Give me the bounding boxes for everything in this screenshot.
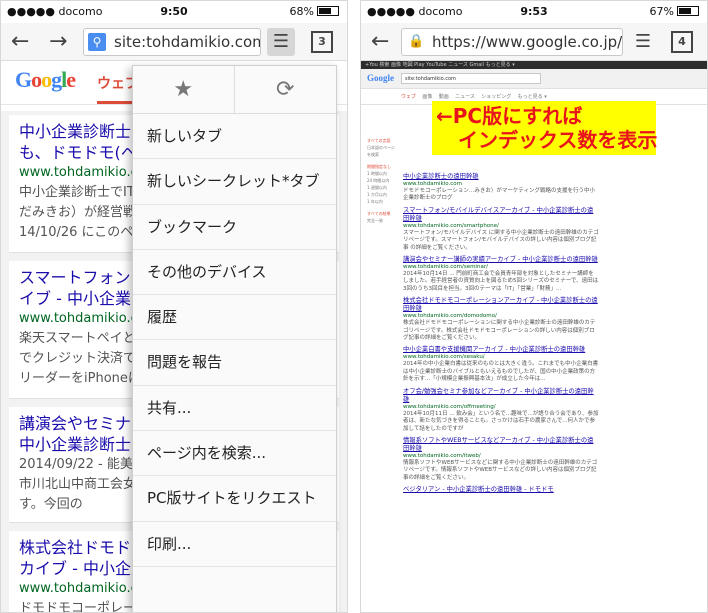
menu-item-request-desktop-site[interactable]: PC版サイトをリクエスト bbox=[133, 476, 336, 522]
result-url: www.tohdamikio.com/offmeeting/ bbox=[403, 403, 496, 410]
result-item[interactable]: 情報系ソフトやWEBサービスなどアーカイブ - 中小企業診断士の遠田幹雄 www.… bbox=[403, 437, 599, 482]
menu-item-history[interactable]: 履歴 bbox=[133, 295, 336, 341]
result-url: www.tohdamikio.com/seminar/ bbox=[403, 264, 488, 271]
result-snippet: 2014年10月11日 ... 飲み会」という名で...趣味で...が語り合う会… bbox=[403, 410, 599, 432]
menu-item-new-tab[interactable]: 新しいタブ bbox=[133, 114, 336, 160]
result-title[interactable]: 情報系ソフトやWEBサービスなどアーカイブ - 中小企業診断士の遠田幹雄 bbox=[403, 437, 599, 453]
search-icon: ⚲ bbox=[88, 33, 106, 51]
menu-item-incognito-tab[interactable]: 新しいシークレット*タブ bbox=[133, 159, 336, 205]
result-item[interactable]: 中小企業白書や支援機関アーカイブ - 中小企業診断士の遠田幹雄 www.tohda… bbox=[403, 346, 599, 383]
result-title[interactable]: 株式会社ドモドモコーポレーションアーカイブ - 中小企業診断士の遠田幹雄 bbox=[403, 297, 599, 313]
result-item[interactable]: 講演会やセミナー講師の実績アーカイブ - 中小企業診断士の遠田幹雄 www.toh… bbox=[403, 256, 599, 293]
result-item[interactable]: 株式会社ドモドモコーポレーションアーカイブ - 中小企業診断士の遠田幹雄 www.… bbox=[403, 297, 599, 342]
menu-item-other-devices[interactable]: その他のデバイス bbox=[133, 250, 336, 296]
forward-arrow-icon[interactable]: → bbox=[49, 31, 67, 53]
sidebar-item[interactable]: すべての言語 bbox=[367, 137, 397, 144]
result-url: www.tohdamikio.com/smartphone/ bbox=[403, 222, 499, 229]
sidebar-item[interactable]: 1 時間以内 bbox=[367, 170, 397, 177]
search-tools-sidebar: すべての言語 日本語のページを検索 期間指定なし 1 時間以内 24 時間以内 … bbox=[367, 137, 397, 224]
battery-icon bbox=[677, 6, 699, 16]
tab-shopping[interactable]: ショッピング bbox=[481, 94, 511, 100]
sidebar-item[interactable]: 1 か月以内 bbox=[367, 191, 397, 198]
tab-more[interactable]: もっと見る ▾ bbox=[518, 94, 547, 100]
sidebar-item[interactable]: 24 時間以内 bbox=[367, 177, 397, 184]
menu-icon[interactable]: ☰ bbox=[629, 28, 657, 56]
menu-item-share[interactable]: 共有... bbox=[133, 386, 336, 432]
result-title[interactable]: 講演会やセミナー講師の実績アーカイブ - 中小企業診断士の遠田幹雄 bbox=[403, 256, 599, 264]
sidebar-item[interactable]: 1 年以内 bbox=[367, 198, 397, 205]
result-title[interactable]: オフ会/勉強会セミナ参加などアーカイブ - 中小企業診断士の遠田幹雄 bbox=[403, 388, 599, 404]
google-desktop-header: Google site:tohdamikio.com bbox=[361, 69, 707, 89]
result-title[interactable]: スマートフォン/モバイルデバイスアーカイブ - 中小企業診断士の遠田幹雄 bbox=[403, 207, 599, 223]
menu-icon[interactable]: ☰ bbox=[267, 28, 295, 56]
google-logo[interactable]: Google bbox=[15, 67, 76, 93]
desktop-results-list: 中小企業診断士の遠田幹雄 www.tohdamikio.com ドモドモコーポレーシ… bbox=[403, 173, 599, 494]
star-icon[interactable]: ★ bbox=[133, 66, 235, 114]
google-logo[interactable]: Google bbox=[367, 73, 394, 83]
result-item[interactable]: スマートフォン/モバイルデバイスアーカイブ - 中小企業診断士の遠田幹雄 www.… bbox=[403, 207, 599, 252]
result-title[interactable]: 中小企業診断士の遠田幹雄 bbox=[403, 173, 599, 181]
browser-toolbar: ← → ⚲ site:tohdamikio.com ☰ 3 bbox=[1, 23, 347, 61]
sidebar-item[interactable]: 日本語のページを検索 bbox=[367, 144, 397, 158]
result-snippet: 株式会社ドモドモコーポレーションに関する中小企業診断士の遠田幹雄のカテゴリページ… bbox=[403, 320, 596, 342]
back-arrow-icon[interactable]: ← bbox=[11, 31, 29, 53]
battery-indicator: 67% bbox=[650, 5, 699, 18]
left-phone-screen: ●●●●● docomo 9:50 68% ← → ⚲ site:tohdami… bbox=[0, 0, 348, 613]
result-snippet: ドモドモコーポレーション…みきお）がマーケティング戦略の支援を行う中小企業診断士… bbox=[403, 188, 595, 202]
annotation-line-1: ←PC版にすれば bbox=[436, 104, 583, 128]
result-snippet: 2014年の中小企業白書は従来のものとは大きく違う。これまでも中小企業白書は中小… bbox=[403, 361, 599, 383]
tab-images[interactable]: 画像 bbox=[422, 94, 432, 100]
result-item[interactable]: ベジタリアン - 中小企業診断士の遠田幹雄 - ドモドモ bbox=[403, 486, 599, 494]
battery-indicator: 68% bbox=[290, 5, 339, 18]
annotation-line-2: インデックス数を表示 bbox=[458, 128, 658, 152]
browser-toolbar: ← 🔒 https://www.google.co.jp/se ☰ 4 bbox=[361, 23, 707, 61]
omnibox-text: site:tohdamikio.com bbox=[114, 33, 261, 51]
sidebar-item[interactable]: 期間指定なし bbox=[367, 163, 397, 170]
google-top-bar[interactable]: +You 検索 画像 地図 Play YouTube ニュース Gmail もっ… bbox=[361, 61, 707, 69]
sidebar-item[interactable]: 完全一致 bbox=[367, 217, 397, 224]
menu-item-find-in-page[interactable]: ページ内を検索... bbox=[133, 431, 336, 477]
result-url: www.tohdamikio.com bbox=[403, 181, 462, 187]
back-arrow-icon[interactable]: ← bbox=[371, 31, 389, 53]
menu-icon-row: ★ ⟳ bbox=[133, 66, 336, 114]
menu-item-bookmarks[interactable]: ブックマーク bbox=[133, 205, 336, 250]
omnibox[interactable]: ⚲ site:tohdamikio.com bbox=[83, 28, 261, 56]
lock-icon: 🔒 bbox=[408, 34, 425, 49]
result-title[interactable]: 中小企業白書や支援機関アーカイブ - 中小企業診断士の遠田幹雄 bbox=[403, 346, 599, 354]
battery-icon bbox=[317, 6, 339, 16]
tab-videos[interactable]: 動画 bbox=[439, 94, 449, 100]
search-input[interactable]: site:tohdamikio.com bbox=[401, 73, 541, 84]
status-bar: ●●●●● docomo 9:53 67% bbox=[361, 1, 707, 23]
result-item[interactable]: 中小企業診断士の遠田幹雄 www.tohdamikio.com ドモドモコーポレーシ… bbox=[403, 173, 599, 203]
sidebar-item[interactable]: すべての結果 bbox=[367, 210, 397, 217]
battery-percent: 67% bbox=[649, 5, 674, 18]
result-snippet: 情報系ソフトやWEBサービスなどに関する中小企業診断士の遠田幹雄のカテゴリページ… bbox=[403, 459, 598, 481]
menu-item-print[interactable]: 印刷... bbox=[133, 522, 336, 567]
battery-fill bbox=[319, 8, 332, 14]
annotation-callout: ←PC版にすれば インデックス数を表示 bbox=[432, 101, 658, 155]
tab-switcher-button[interactable]: 3 bbox=[311, 31, 333, 53]
sidebar-item[interactable]: 1 週間以内 bbox=[367, 184, 397, 191]
reload-icon[interactable]: ⟳ bbox=[235, 66, 337, 114]
result-snippet: スマートフォン/モバイルデバイス に関する中小企業診断士の遠田幹雄のカテゴリペー… bbox=[403, 229, 599, 251]
result-url: www.tohdamikio.com/itweb/ bbox=[403, 452, 481, 459]
status-bar: ●●●●● docomo 9:50 68% bbox=[1, 1, 347, 23]
tab-news[interactable]: ニュース bbox=[455, 94, 475, 100]
result-snippet: 2014年10月14日 ... 門前町商工会で会員青年部を対象としたセミナー講師… bbox=[403, 271, 599, 292]
result-title[interactable]: ベジタリアン - 中小企業診断士の遠田幹雄 - ドモドモ bbox=[403, 486, 599, 494]
omnibox[interactable]: 🔒 https://www.google.co.jp/se bbox=[401, 28, 623, 56]
tab-web[interactable]: ウェブ bbox=[401, 94, 416, 100]
battery-percent: 68% bbox=[289, 5, 314, 18]
battery-fill bbox=[679, 8, 692, 14]
chrome-menu: ★ ⟳ 新しいタブ 新しいシークレット*タブ ブックマーク その他のデバイス 履… bbox=[132, 65, 337, 612]
result-item[interactable]: オフ会/勉強会セミナ参加などアーカイブ - 中小企業診断士の遠田幹雄 www.to… bbox=[403, 388, 599, 433]
omnibox-text: https://www.google.co.jp/se bbox=[432, 33, 623, 51]
tab-switcher-button[interactable]: 4 bbox=[671, 31, 693, 53]
right-phone-screen: ●●●●● docomo 9:53 67% ← 🔒 https://www.go… bbox=[360, 0, 708, 613]
menu-item-report-issue[interactable]: 問題を報告 bbox=[133, 340, 336, 386]
